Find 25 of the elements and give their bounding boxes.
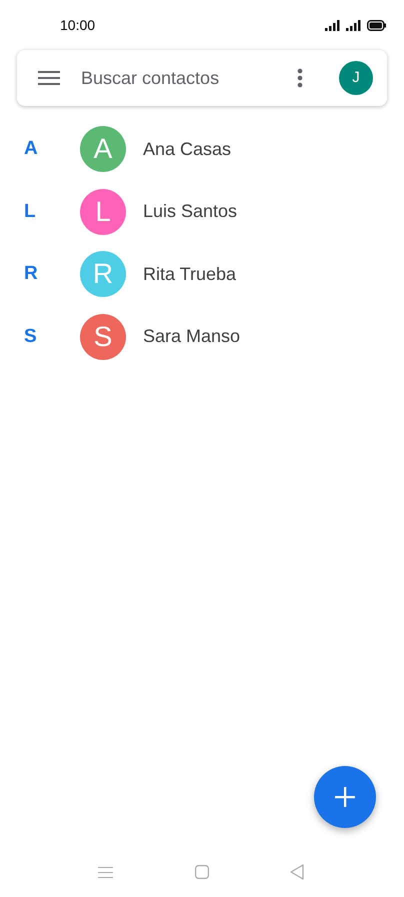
menu-icon[interactable] xyxy=(38,70,60,86)
contact-avatar[interactable]: S xyxy=(80,314,126,360)
section-letter: R xyxy=(23,262,39,286)
section-letter: L xyxy=(23,200,37,224)
contact-avatar[interactable]: L xyxy=(80,188,126,235)
section-letter: A xyxy=(23,137,39,161)
add-contact-button[interactable] xyxy=(314,766,376,828)
contact-name[interactable]: Luis Santos xyxy=(143,198,238,226)
more-options-icon[interactable] xyxy=(297,68,303,88)
contact-name[interactable]: Rita Trueba xyxy=(143,260,236,288)
plus-icon xyxy=(335,787,355,807)
contact-name[interactable]: Sara Manso xyxy=(143,323,240,350)
search-field[interactable]: Buscar contactos xyxy=(81,64,297,92)
signal-icon xyxy=(325,20,341,30)
status-time: 10:00 xyxy=(60,16,96,34)
recent-apps-icon[interactable] xyxy=(98,866,113,878)
signal-icon xyxy=(346,20,362,30)
back-icon[interactable] xyxy=(290,864,304,880)
home-icon[interactable] xyxy=(195,865,209,879)
contact-name[interactable]: Ana Casas xyxy=(143,136,232,163)
section-letter: S xyxy=(23,324,38,348)
battery-icon xyxy=(367,20,386,30)
contact-avatar[interactable]: A xyxy=(80,126,126,172)
search-bar[interactable]: Buscar contactos J xyxy=(17,50,387,106)
account-avatar[interactable]: J xyxy=(339,61,373,95)
